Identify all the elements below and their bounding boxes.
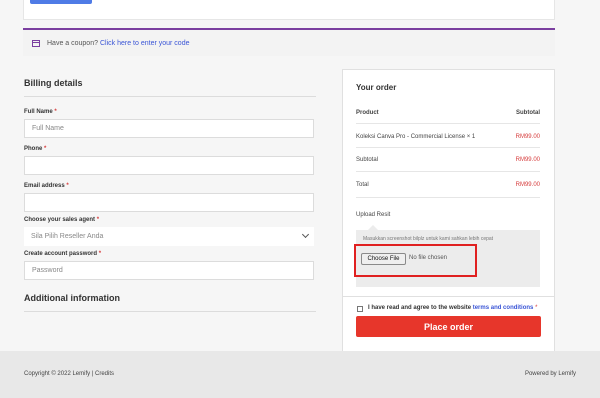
billing-divider	[24, 96, 316, 97]
subtotal-value: RM99.00	[515, 157, 540, 163]
password-field[interactable]: Password	[24, 261, 314, 280]
coupon-icon	[32, 39, 40, 47]
footer-powered-by: Powered by Lemify	[524, 371, 576, 377]
chevron-down-icon	[301, 230, 310, 239]
total-value: RM99.00	[515, 182, 540, 188]
phone-label: Phone *	[24, 146, 47, 152]
terms-checkbox[interactable]	[357, 306, 363, 312]
sales-agent-label: Choose your sales agent *	[24, 217, 100, 223]
full-name-field[interactable]: Full Name	[24, 119, 314, 138]
password-label: Create account password *	[24, 251, 102, 257]
full-name-placeholder: Full Name	[32, 125, 64, 132]
order-title: Your order	[356, 83, 397, 92]
sales-agent-select[interactable]: Sila Pilih Reseller Anda	[24, 227, 314, 246]
order-divider	[356, 171, 540, 172]
password-placeholder: Password	[32, 267, 63, 274]
additional-info-title: Additional information	[24, 293, 120, 303]
order-item-price: RM99.00	[515, 134, 540, 140]
terms-link[interactable]: terms and conditions	[473, 305, 534, 311]
coupon-notice: Have a coupon? Click here to enter your …	[23, 28, 555, 56]
email-field[interactable]	[24, 193, 314, 212]
fragment-button[interactable]	[30, 0, 92, 4]
additional-divider	[24, 311, 316, 312]
coupon-text: Have a coupon?	[47, 39, 98, 47]
highlight-box	[354, 244, 477, 277]
previous-section-fragment	[23, 0, 555, 20]
place-order-button[interactable]: Place order	[356, 316, 541, 337]
terms-text: I have read and agree to the website ter…	[368, 305, 538, 311]
sales-agent-selected: Sila Pilih Reseller Anda	[31, 233, 104, 240]
order-divider	[356, 123, 540, 124]
order-divider	[356, 197, 540, 198]
order-separator	[342, 296, 555, 297]
upload-label: Upload Resit	[356, 212, 391, 218]
billing-title: Billing details	[24, 78, 83, 88]
upload-hint: Masukkan screenshot bilplz untuk kami sa…	[363, 236, 494, 242]
full-name-label: Full Name *	[24, 109, 57, 115]
coupon-link[interactable]: Click here to enter your code	[100, 40, 190, 47]
phone-field[interactable]	[24, 156, 314, 175]
footer-copyright: Copyright © 2022 Lemify | Credits	[24, 371, 115, 377]
order-col-subtotal: Subtotal	[516, 110, 540, 116]
order-divider	[356, 147, 540, 148]
email-label: Email address *	[24, 183, 69, 189]
